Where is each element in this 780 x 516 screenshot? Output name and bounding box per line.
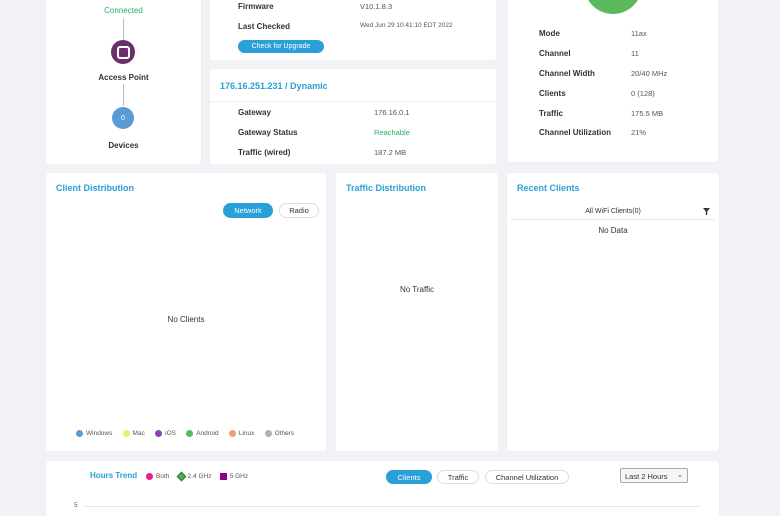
channel-label: Channel [539,49,571,58]
clients-value: 0 (128) [631,89,655,98]
recent-clients-card: Recent Clients All WiFi Clients(0) No Da… [507,173,719,451]
mode-label: Mode [539,29,560,38]
clients-label: Clients [539,89,566,98]
2-4ghz-diamond-icon [176,471,187,482]
devices-icon[interactable]: 0 [112,107,134,129]
hours-trend-card: Hours Trend Both 2.4 GHz 5 GHz Clients T… [46,461,719,516]
linux-dot-icon [228,430,236,437]
gateway-label: Gateway [238,108,271,117]
legend-2-4ghz[interactable]: 2.4 GHz [176,471,211,482]
filter-label: All WiFi Clients(0) [585,208,641,215]
chart-gridline [84,506,700,507]
radio-status-circle [584,0,642,14]
traffic-label: Traffic [539,109,564,118]
tab-traffic[interactable]: Traffic [437,470,479,484]
connected-status: Connected [104,6,143,15]
client-legend: Windows Mac iOS Android Linux Others [76,430,302,439]
recent-clients-title: Recent Clients [517,183,580,193]
no-data-text: No Data [598,226,628,235]
legend-ios[interactable]: iOS [155,430,176,437]
legend-android[interactable]: Android [186,430,219,437]
others-dot-icon [264,430,272,437]
mode-value: 11ax [631,29,647,38]
client-distribution-title: Client Distribution [56,183,134,193]
channel-value: 11 [631,49,639,58]
connector-line-2 [123,84,124,106]
legend-linux[interactable]: Linux [228,430,254,437]
access-point-icon[interactable] [111,40,135,64]
firmware-card: Firmware V10.1.8.3 Last Checked Wed Jun … [210,0,496,60]
legend-windows[interactable]: Windows [76,430,112,437]
tab-channel-utilization[interactable]: Channel Utilization [485,470,569,484]
legend-mac[interactable]: Mac [122,430,145,437]
y-axis-tick: 5 [74,502,78,509]
legend-5ghz[interactable]: 5 GHz [219,473,248,480]
wan-card: 176.16.251.231 / Dynamic Gateway 176.16.… [210,69,496,164]
windows-dot-icon [76,430,83,437]
hours-trend-title: Hours Trend [90,471,138,480]
5ghz-square-icon [219,473,227,480]
gateway-status-label: Gateway Status [238,128,298,137]
tab-network[interactable]: Network [223,203,273,218]
time-range-select[interactable]: Last 2 Hours ⌄ [620,468,688,483]
traffic-distribution-card: Traffic Distribution No Traffic [336,173,498,451]
both-dot-icon [146,473,153,480]
legend-both[interactable]: Both [146,473,169,480]
devices-count: 0 [121,114,125,122]
client-distribution-card: Client Distribution Network Radio No Cli… [46,173,326,451]
devices-label: Devices [108,141,139,150]
last-checked-value: Wed Jun 29 10:41:10 EDT 2022 [360,22,453,29]
topology-card: Connected Access Point 0 Devices [46,0,201,164]
firmware-label: Firmware [238,2,274,11]
gateway-value: 176.16.0.1 [374,108,410,117]
no-clients-text: No Clients [167,315,205,324]
divider [210,101,496,102]
chevron-down-icon: ⌄ [677,472,683,479]
traffic-wired-value: 187.2 MB [374,148,407,157]
channel-width-label: Channel Width [539,69,595,78]
traffic-distribution-title: Traffic Distribution [346,183,427,193]
recent-clients-filter[interactable]: All WiFi Clients(0) [511,204,715,220]
traffic-value: 175.5 MB [631,109,664,118]
connector-line [123,18,124,40]
wan-title: 176.16.251.231 / Dynamic [220,81,328,91]
android-dot-icon [186,430,194,437]
tab-radio[interactable]: Radio [279,203,319,218]
hours-trend-legend: Both 2.4 GHz 5 GHz [146,471,256,482]
ios-dot-icon [155,430,163,437]
mac-dot-icon [122,430,130,437]
time-range-value: Last 2 Hours [625,472,668,481]
radio-card: Mode 11ax Channel 11 Channel Width 20/40… [508,0,718,162]
traffic-wired-label: Traffic (wired) [238,148,291,157]
channel-utilization-label: Channel Utilization [539,128,611,137]
channel-utilization-value: 21% [631,128,647,137]
channel-width-value: 20/40 MHz [631,69,668,78]
check-for-upgrade-button[interactable]: Check for Upgrade [238,40,324,53]
filter-icon[interactable] [703,208,710,215]
gateway-status-value: Reachable [374,128,410,137]
tab-clients[interactable]: Clients [386,470,432,484]
last-checked-label: Last Checked [238,22,291,31]
no-traffic-text: No Traffic [399,285,435,294]
firmware-value: V10.1.8.3 [360,2,393,11]
access-point-label: Access Point [98,73,149,82]
legend-others[interactable]: Others [264,430,294,437]
